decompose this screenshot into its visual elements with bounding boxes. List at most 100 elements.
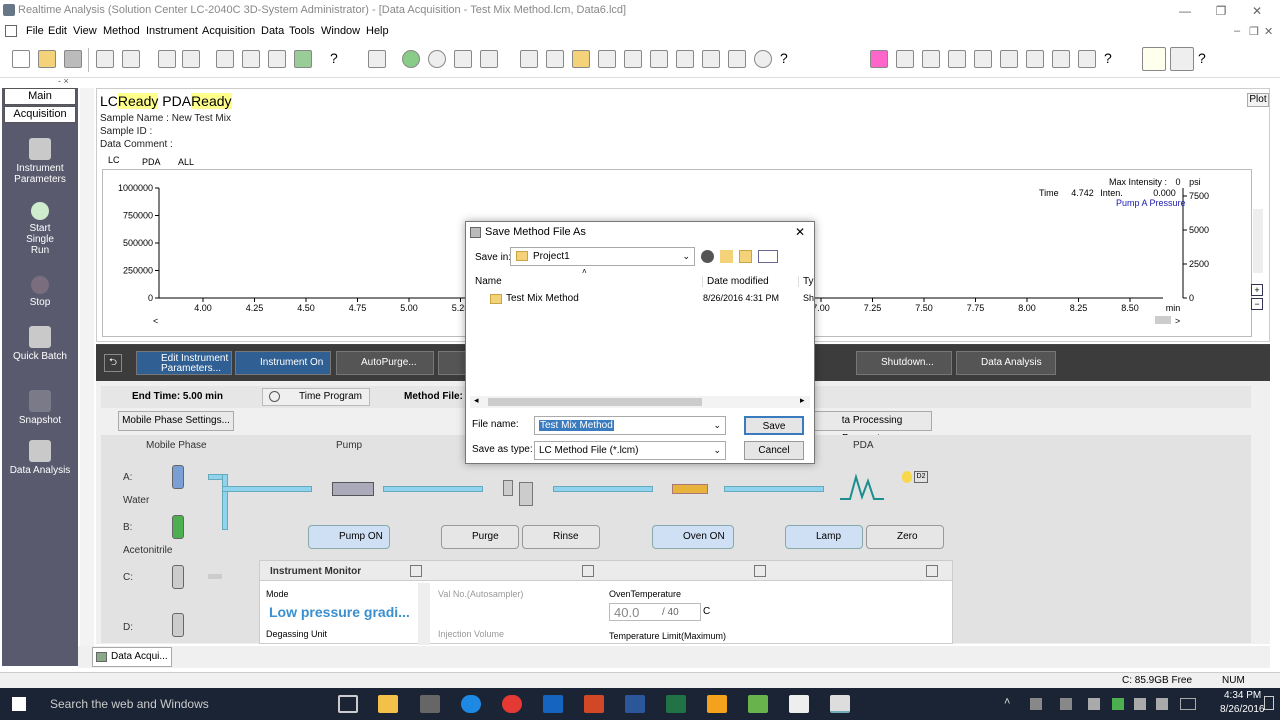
snapshot-button[interactable]: Snapshot <box>2 390 78 426</box>
instrument3-icon[interactable] <box>572 50 590 68</box>
network-icon[interactable] <box>1088 698 1100 710</box>
save-icon[interactable] <box>64 50 82 68</box>
window-app-icon[interactable] <box>789 695 809 713</box>
clock-time[interactable]: 4:34 PM <box>1224 690 1261 701</box>
scroll-left-icon[interactable]: ◂ <box>474 395 479 406</box>
analysis5-icon[interactable] <box>974 50 992 68</box>
instrument6-icon[interactable] <box>650 50 668 68</box>
file-name-input[interactable]: Test Mix Method ⌄ <box>534 416 726 435</box>
analysis3-icon[interactable] <box>922 50 940 68</box>
power-icon[interactable] <box>754 50 772 68</box>
edit-icon[interactable] <box>480 50 498 68</box>
security-icon[interactable] <box>1112 698 1124 710</box>
instrument-parameters-button[interactable]: Instrument Parameters <box>2 138 78 185</box>
time-program-button[interactable]: Time Program <box>262 388 370 406</box>
mobile-phase-settings-button[interactable]: Mobile Phase Settings... <box>118 411 234 431</box>
layout1-icon[interactable] <box>216 50 234 68</box>
task-view-icon[interactable] <box>338 695 358 713</box>
dialog-close-icon[interactable]: ✕ <box>795 225 805 239</box>
open-icon[interactable] <box>38 50 56 68</box>
scroll-thumb[interactable] <box>488 398 702 406</box>
menu-view[interactable]: View <box>73 25 97 37</box>
menu-tools[interactable]: Tools <box>289 25 315 37</box>
menu-acquisition[interactable]: Acquisition <box>202 25 255 37</box>
find-icon[interactable] <box>182 50 200 68</box>
instrument4-icon[interactable] <box>598 50 616 68</box>
menu-edit[interactable]: Edit <box>48 25 67 37</box>
instrument8-icon[interactable] <box>702 50 720 68</box>
data-analysis-toolbar-button[interactable]: Data Analysis <box>956 351 1056 375</box>
left-splitter[interactable] <box>80 88 94 666</box>
layout3-icon[interactable] <box>268 50 286 68</box>
analysis2-icon[interactable] <box>896 50 914 68</box>
menu-method[interactable]: Method <box>103 25 140 37</box>
instrument2-icon[interactable] <box>546 50 564 68</box>
scroll-right-icon[interactable]: ▸ <box>800 395 805 406</box>
menu-data[interactable]: Data <box>261 25 284 37</box>
hidden-button[interactable] <box>438 351 468 375</box>
edit-instrument-parameters-button[interactable]: Edit Instrument Parameters... <box>136 351 232 375</box>
app-icon-generic[interactable] <box>420 695 440 713</box>
layout2-icon[interactable] <box>242 50 260 68</box>
analysis8-icon[interactable] <box>1052 50 1070 68</box>
minimize-button[interactable]: — <box>1168 0 1202 22</box>
grid-icon[interactable] <box>926 565 938 577</box>
keyboard-icon[interactable] <box>1180 698 1196 710</box>
analysis4-icon[interactable] <box>948 50 966 68</box>
instrument9-icon[interactable] <box>728 50 746 68</box>
zoom-out-icon[interactable]: − <box>1251 298 1263 310</box>
analysis6-icon[interactable] <box>1000 50 1018 68</box>
data-processing-parameters-button[interactable]: ta Processing Parameters... <box>812 411 932 444</box>
clock-date[interactable]: 8/26/2016 <box>1220 704 1265 715</box>
quick-batch-button[interactable]: Quick Batch <box>2 326 78 362</box>
close-button[interactable]: ✕ <box>1240 0 1274 22</box>
grid-icon[interactable] <box>410 565 422 577</box>
save-as-type-select[interactable]: LC Method File (*.lcm) ⌄ <box>534 441 726 460</box>
left-panel-pin-icon[interactable]: - × <box>58 76 69 86</box>
back-icon[interactable] <box>701 250 714 263</box>
autopurge-button[interactable]: AutoPurge... <box>336 351 434 375</box>
help-icon[interactable]: ? <box>330 50 348 68</box>
help2-icon[interactable]: ? <box>780 50 798 68</box>
battery-icon[interactable] <box>1134 698 1146 710</box>
doc-tab-data-acquisition[interactable]: Data Acqui... <box>92 647 172 667</box>
vertical-scrollbar[interactable] <box>1253 209 1263 273</box>
instrument7-icon[interactable] <box>676 50 694 68</box>
pump-on-button[interactable]: Pump ON <box>308 525 390 549</box>
layout4-icon[interactable] <box>294 50 312 68</box>
realtime-analysis-icon[interactable] <box>830 695 850 713</box>
tray-icon[interactable] <box>1060 698 1072 710</box>
start-icon[interactable] <box>402 50 420 68</box>
save-button[interactable]: Save <box>744 416 804 435</box>
edge-icon[interactable] <box>461 695 481 713</box>
shutdown-button[interactable]: Shutdown... <box>856 351 952 375</box>
monitor-scrollbar[interactable] <box>418 583 430 645</box>
menu-help[interactable]: Help <box>366 25 389 37</box>
file-explorer-icon[interactable] <box>378 695 398 713</box>
taskbar-search[interactable]: Search the web and Windows <box>50 697 209 711</box>
start-single-run-button[interactable]: Start Single Run <box>2 202 78 256</box>
data-analysis-button[interactable]: Data Analysis <box>2 440 78 476</box>
chevron-up-icon[interactable]: ˄ <box>1004 696 1010 708</box>
help4-icon[interactable]: ? <box>1198 50 1216 68</box>
pda-icon[interactable] <box>1142 47 1166 71</box>
analysis9-icon[interactable] <box>1078 50 1096 68</box>
powerpoint-icon[interactable] <box>584 695 604 713</box>
mdi-close-icon[interactable]: ✕ <box>1264 25 1273 38</box>
zero-button[interactable]: Zero <box>866 525 944 549</box>
chrome-icon[interactable] <box>502 695 522 713</box>
print-icon[interactable] <box>96 50 114 68</box>
action-center-icon[interactable] <box>1264 696 1274 710</box>
instrument1-icon[interactable] <box>520 50 538 68</box>
save-in-select[interactable]: Project1 ⌄ <box>510 247 695 266</box>
labsolutions-icon[interactable] <box>707 695 727 713</box>
volume-icon[interactable] <box>1156 698 1168 710</box>
menu-file[interactable]: File <box>26 25 44 37</box>
view-menu-icon[interactable] <box>758 250 778 263</box>
menu-window[interactable]: Window <box>321 25 360 37</box>
expand-icon[interactable]: ⮌ <box>104 354 122 372</box>
plot-button[interactable]: Plot <box>1247 93 1269 107</box>
column-date[interactable]: Date modified <box>702 276 769 287</box>
mdi-restore-icon[interactable]: ❐ <box>1249 25 1259 38</box>
maximize-button[interactable]: ❐ <box>1204 0 1238 22</box>
